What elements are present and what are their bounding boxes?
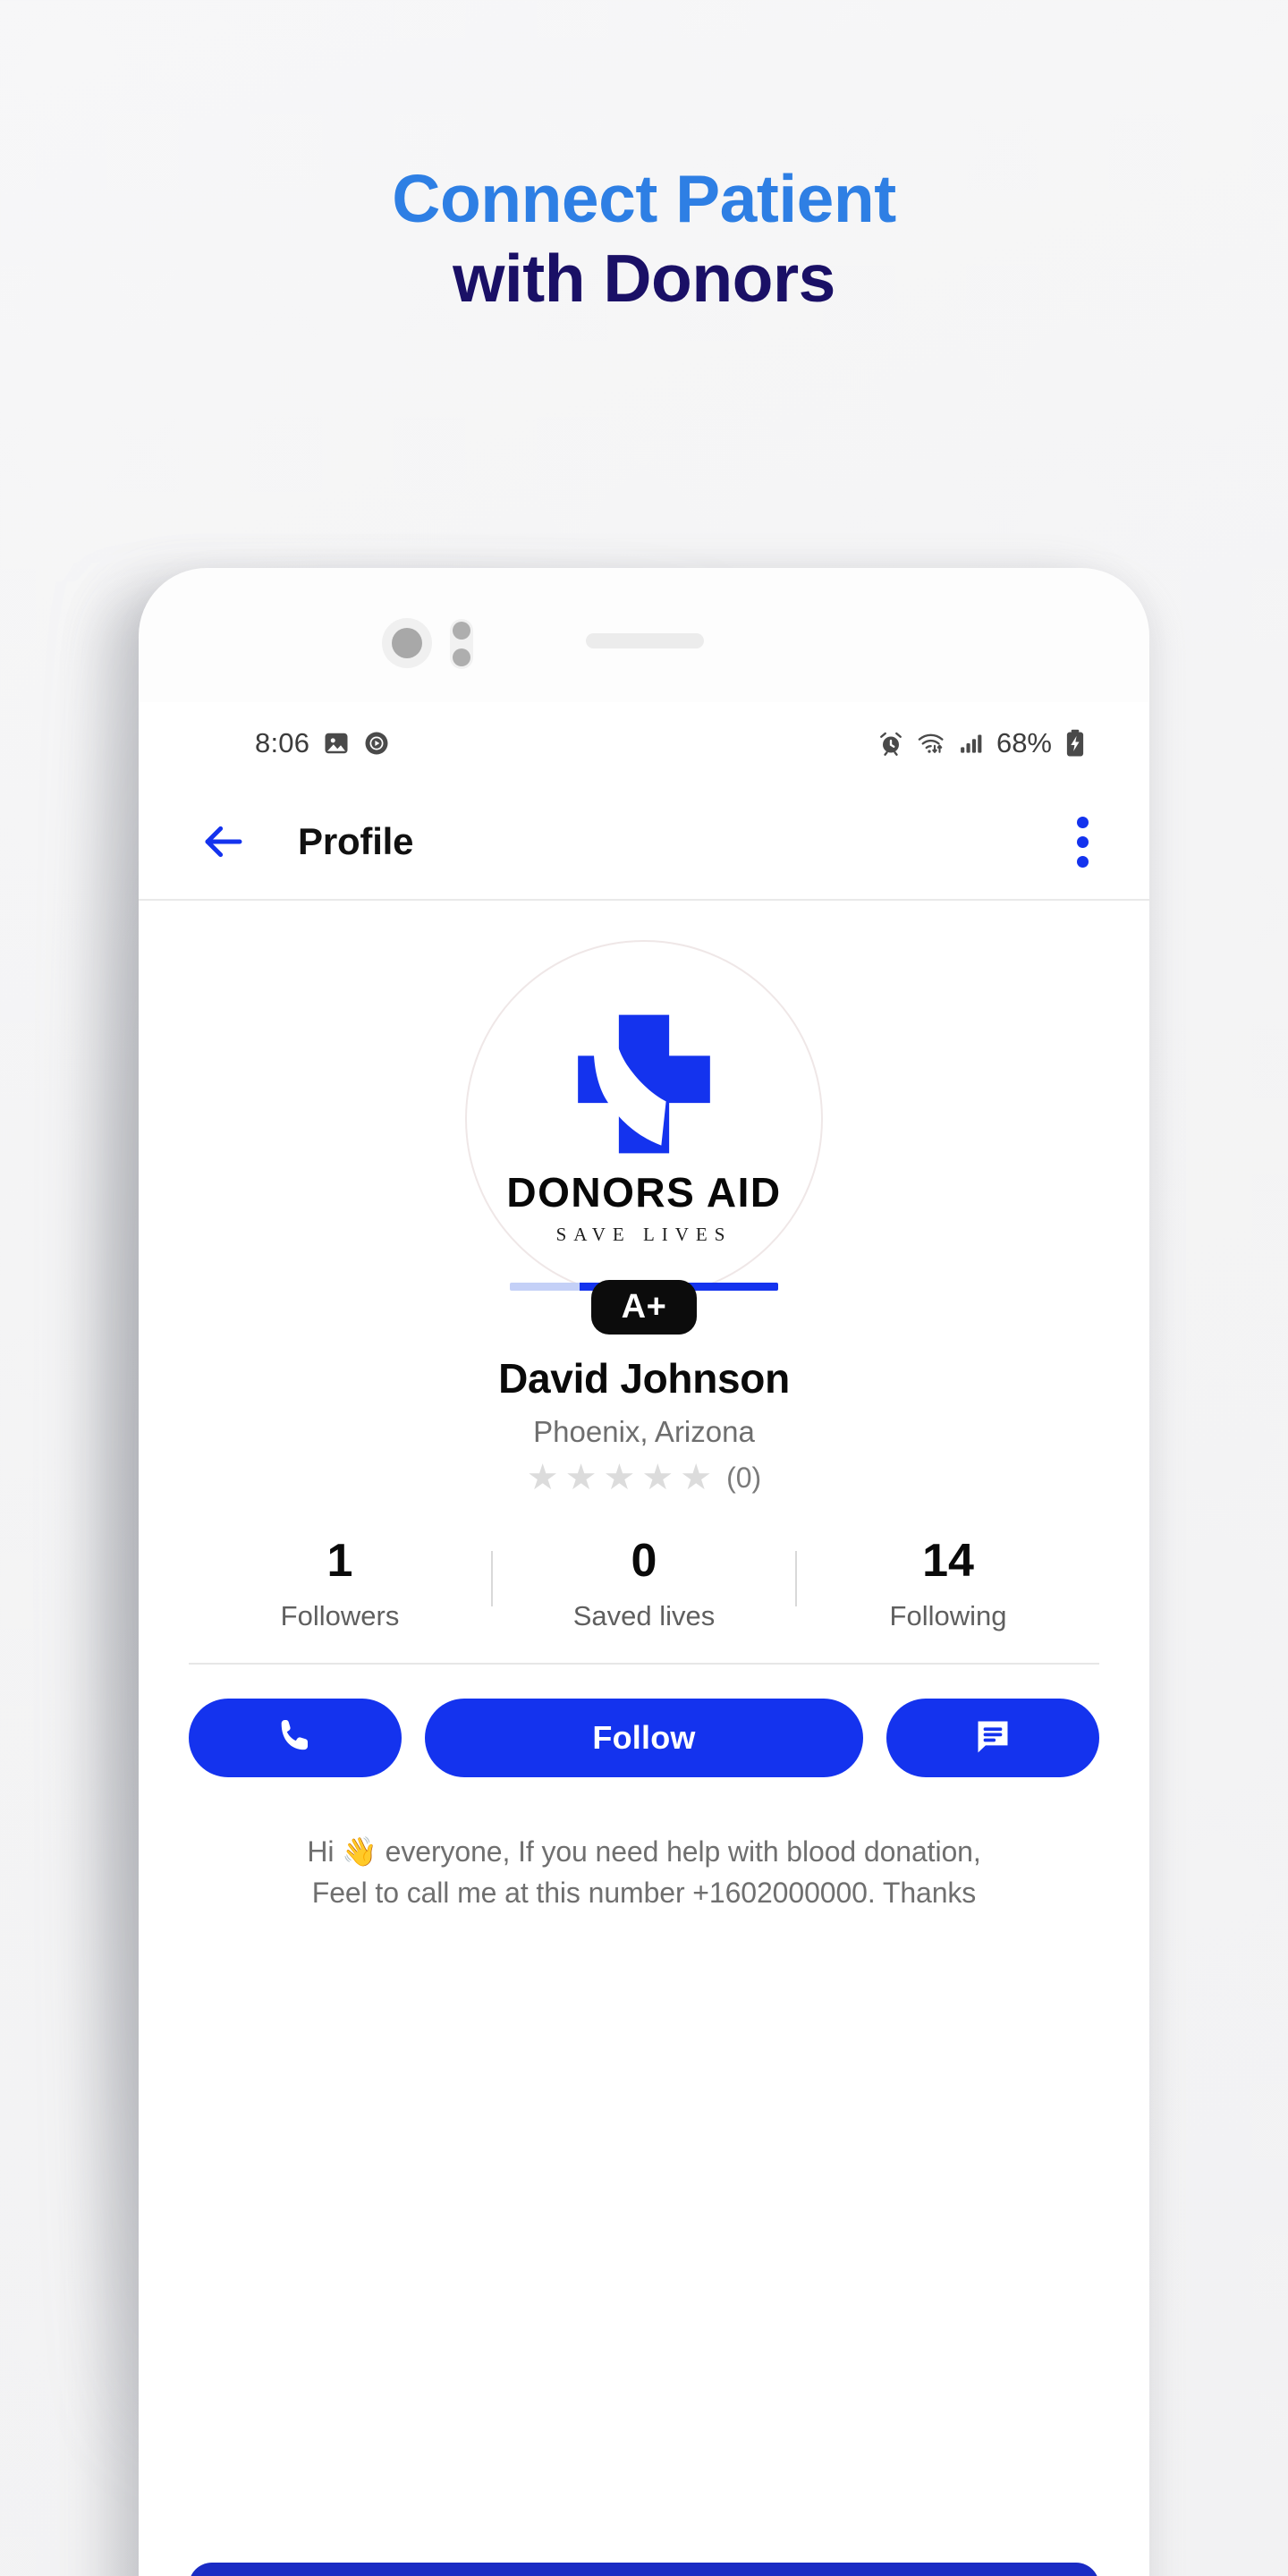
avatar[interactable]: DONORS AID SAVE LIVES [465,940,823,1298]
promo-headline: Connect Patient with Donors [0,159,1288,318]
chat-bubble-icon [972,1716,1013,1759]
avatar-wrapper: DONORS AID SAVE LIVES [465,940,823,1298]
phone-notch-area [139,568,1149,702]
back-arrow-icon[interactable] [199,818,248,866]
battery-charging-icon [1063,729,1087,758]
chat-button[interactable] [886,1698,1099,1777]
stat-label: Followers [280,1599,400,1631]
rating-count: (0) [726,1461,762,1494]
stat-following[interactable]: 14 Following [797,1537,1099,1632]
star-icon[interactable]: ★ [680,1460,712,1496]
battery-percent: 68% [996,727,1052,758]
phone-icon [275,1716,316,1759]
star-icon[interactable]: ★ [641,1460,674,1496]
stat-followers[interactable]: 1 Followers [189,1537,491,1632]
profile-bio: Hi 👋 everyone, If you need help with blo… [189,1831,1099,1914]
logo-name: DONORS AID [506,1168,782,1216]
logo-tagline: SAVE LIVES [555,1223,733,1245]
stat-label: Saved lives [572,1599,716,1631]
kebab-menu-icon[interactable] [1074,816,1090,868]
alarm-icon [877,730,904,757]
profile-section: DONORS AID SAVE LIVES A+ David Johnson P… [139,901,1149,1913]
front-camera-icon [382,618,432,668]
profile-stats: 1 Followers 0 Saved lives 14 Following [189,1537,1099,1665]
profile-rating[interactable]: ★ ★ ★ ★ ★ (0) [139,1460,1149,1496]
status-bar: 8:06 68% [139,702,1149,784]
stat-value: 14 [922,1535,974,1587]
sensor-dots-icon [450,619,473,669]
status-time: 8:06 [255,727,310,758]
stat-saved-lives[interactable]: 0 Saved lives [493,1537,795,1632]
star-icon[interactable]: ★ [604,1460,636,1496]
phone-mockup: 8:06 68% Profile DONORS AID SAVE LIVES A… [139,568,1149,2576]
stat-label: Following [889,1599,1007,1631]
call-button[interactable] [189,1698,402,1777]
promo-headline-line2: with Donors [453,240,835,316]
blood-type-badge: A+ [590,1280,698,1335]
bottom-cta-bar[interactable] [189,2563,1099,2576]
stat-value: 0 [631,1535,657,1587]
profile-location: Phoenix, Arizona [533,1415,755,1448]
image-icon [323,730,350,757]
page-title: Profile [298,820,414,862]
bio-line-2: Feel to call me at this number +16020000… [311,1876,977,1909]
play-circle-icon [363,730,390,757]
signal-icon [958,730,985,757]
star-icon[interactable]: ★ [565,1460,597,1496]
donors-aid-cross-icon [547,1005,741,1163]
stat-value: 1 [326,1535,353,1587]
app-screen: 8:06 68% Profile DONORS AID SAVE LIVES A… [139,702,1149,2576]
wifi-icon [916,730,946,757]
follow-button[interactable]: Follow [425,1698,863,1777]
app-bar: Profile [139,784,1149,899]
bio-line-1: Hi 👋 everyone, If you need help with blo… [307,1835,981,1868]
profile-actions: Follow [189,1698,1099,1777]
promo-headline-line1: Connect Patient [392,161,896,236]
earpiece-speaker [586,633,704,648]
star-icon[interactable]: ★ [527,1460,559,1496]
profile-name: David Johnson [498,1355,790,1402]
